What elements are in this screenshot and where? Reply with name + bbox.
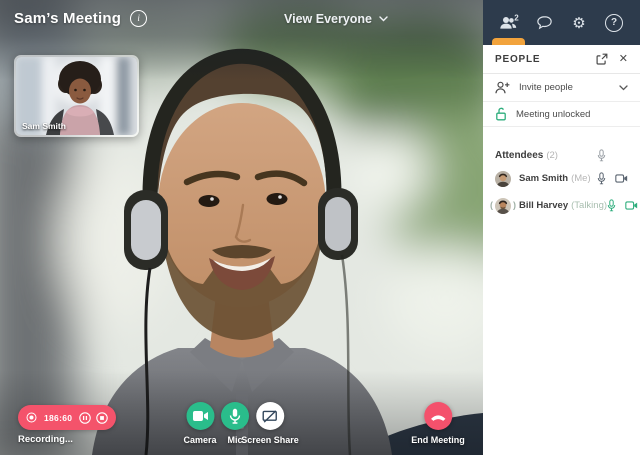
end-meeting-control: End Meeting [411, 402, 465, 445]
attendee-mic-icon[interactable] [597, 172, 606, 185]
attendees-title: Attendees [495, 150, 543, 161]
mute-all-icon[interactable] [597, 149, 606, 162]
people-count-badge: 2 [514, 14, 519, 23]
mic-icon [229, 408, 241, 424]
pip-name-label: Sam Smith [22, 121, 66, 131]
view-mode-dropdown[interactable]: View Everyone [284, 12, 388, 26]
main-video-feed: Sam’s Meeting i View Everyone [0, 0, 483, 455]
end-meeting-button[interactable] [424, 402, 452, 430]
unlock-icon [495, 107, 507, 121]
attendee-row-sam[interactable]: Sam Smith (Me) [483, 165, 640, 192]
tab-help[interactable]: ? [601, 9, 627, 37]
chat-icon [536, 14, 553, 31]
attendee-name: Sam Smith [519, 173, 568, 184]
active-tab-indicator [492, 38, 525, 45]
recording-timer: 186:60 [44, 413, 72, 423]
attendees-count: (2) [546, 150, 558, 161]
tab-people[interactable]: 2 [496, 9, 522, 37]
recording-status-text: Recording... [18, 434, 73, 445]
attendee-camera-icon[interactable] [625, 201, 638, 210]
screen-share-label: Screen Share [241, 435, 299, 445]
camera-button[interactable] [186, 402, 214, 430]
right-sidebar: 2 ⚙ ? PEOPLE ✕ [483, 0, 640, 455]
self-view-pip[interactable]: Sam Smith [14, 55, 139, 137]
camera-control: Camera [183, 402, 216, 445]
invite-people-label: Invite people [519, 82, 573, 93]
attendee-row-bill[interactable]: ( ) Bill Harvey (Talking) [483, 192, 640, 219]
stop-icon [96, 412, 108, 424]
meeting-lock-status: Meeting unlocked [516, 109, 590, 120]
end-meeting-label: End Meeting [411, 435, 465, 445]
attendee-tag: (Talking) [571, 200, 607, 211]
camera-icon [192, 410, 208, 422]
meeting-window: Sam’s Meeting i View Everyone [0, 0, 640, 455]
speaking-wave-icon: ) [513, 200, 516, 210]
stop-recording-button[interactable] [96, 412, 108, 424]
hangup-icon [429, 412, 447, 421]
person-add-icon [495, 81, 510, 94]
invite-people-row[interactable]: Invite people [483, 74, 640, 102]
view-mode-label: View Everyone [284, 12, 372, 26]
tab-settings[interactable]: ⚙ [566, 9, 592, 37]
attendee-tag: (Me) [571, 173, 591, 184]
record-indicator-icon [26, 412, 37, 423]
avatar-speaking: ( ) [495, 198, 511, 214]
meeting-lock-row[interactable]: Meeting unlocked [483, 102, 640, 127]
attendee-mic-icon[interactable] [607, 199, 616, 212]
screen-share-control: Screen Share [241, 402, 299, 445]
panel-title: PEOPLE [495, 54, 585, 65]
sidebar-tab-bar: 2 ⚙ ? [483, 0, 640, 45]
close-icon: ✕ [619, 54, 628, 65]
pause-recording-button[interactable] [79, 412, 91, 424]
people-panel-header: PEOPLE ✕ [483, 45, 640, 74]
gear-icon: ⚙ [572, 14, 585, 32]
info-icon[interactable]: i [130, 10, 147, 27]
avatar [495, 171, 511, 187]
popout-icon [596, 53, 608, 65]
pause-icon [79, 412, 91, 424]
attendee-name: Bill Harvey [519, 200, 568, 211]
tab-chat[interactable] [531, 9, 557, 37]
recording-pill: 186:60 [18, 405, 116, 430]
speaking-wave-icon: ( [490, 200, 493, 210]
help-icon: ? [605, 14, 623, 32]
screen-share-button[interactable] [256, 402, 284, 430]
chevron-down-icon [619, 85, 628, 91]
screen-share-icon [262, 410, 277, 423]
chevron-down-icon [379, 16, 388, 22]
close-panel-button[interactable]: ✕ [619, 54, 628, 65]
attendee-camera-icon[interactable] [615, 174, 628, 183]
camera-label: Camera [183, 435, 216, 445]
popout-panel-button[interactable] [596, 53, 608, 65]
meeting-title: Sam’s Meeting [14, 10, 121, 27]
people-icon: 2 [499, 14, 520, 31]
attendees-header: Attendees (2) [483, 145, 640, 165]
